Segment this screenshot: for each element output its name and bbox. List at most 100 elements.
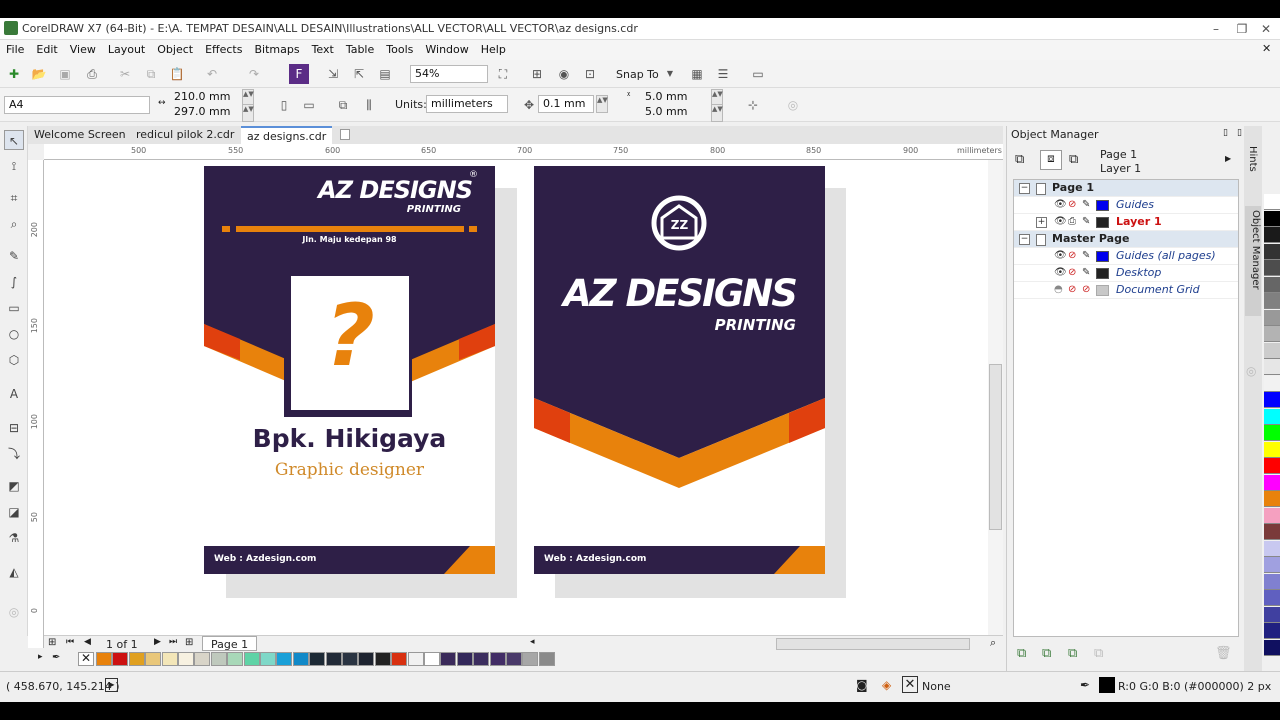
tab-redicul-pilok[interactable]: redicul pilok 2.cdr <box>130 126 241 144</box>
color-swatch[interactable] <box>243 652 260 666</box>
color-swatch[interactable] <box>1264 227 1280 243</box>
color-swatch[interactable] <box>1264 491 1280 507</box>
interactive-fill-icon[interactable]: ◭ <box>4 562 24 582</box>
vertical-scrollbar[interactable] <box>988 160 1003 636</box>
tree-row-layer[interactable]: 👁 ⊘ ✎ Guides (all pages) <box>1014 248 1238 265</box>
all-pages-icon[interactable]: ⧉ <box>333 95 353 115</box>
eye-hidden-icon[interactable]: ◓ <box>1054 284 1063 295</box>
save-icon[interactable]: ▣ <box>55 64 75 84</box>
duplicate-y-stepper[interactable]: ▲▼ <box>711 104 723 122</box>
cut-icon[interactable]: ✂ <box>115 64 135 84</box>
duplicate-y-field[interactable]: 5.0 mm <box>641 104 709 122</box>
menu-table[interactable]: Table <box>340 40 380 59</box>
publish-pdf-icon[interactable]: ▤ <box>375 64 395 84</box>
color-swatch[interactable] <box>309 652 326 666</box>
menu-tools[interactable]: Tools <box>380 40 419 59</box>
color-swatch[interactable] <box>1264 392 1280 408</box>
color-swatch[interactable] <box>178 652 194 666</box>
artistic-media-icon[interactable]: ∫ <box>4 272 24 292</box>
color-swatch[interactable] <box>292 652 309 666</box>
rectangle-tool-icon[interactable]: ▭ <box>4 298 24 318</box>
lock-edit-icon[interactable]: ✎ <box>1082 267 1090 278</box>
text-tool-icon[interactable]: A <box>4 384 24 404</box>
color-swatch[interactable] <box>112 652 129 666</box>
add-page-icon[interactable]: ⊞ <box>48 637 56 648</box>
color-swatch[interactable] <box>506 652 522 666</box>
print-icon[interactable]: ⎙ <box>1068 216 1076 227</box>
color-swatch[interactable] <box>128 652 145 666</box>
search-content-icon[interactable]: F <box>289 64 309 84</box>
new-layer-icon[interactable]: ⧉ <box>1017 646 1026 661</box>
eye-icon[interactable]: 👁 <box>1054 216 1067 227</box>
delete-icon[interactable]: 🗑 <box>1215 646 1232 661</box>
portrait-icon[interactable]: ▯ <box>274 95 294 115</box>
menu-object[interactable]: Object <box>151 40 199 59</box>
options-icon[interactable]: ☰ <box>713 64 733 84</box>
new-tab-icon[interactable] <box>340 129 350 140</box>
snap-to-dropdown[interactable]: Snap To <box>616 68 659 81</box>
color-swatch[interactable] <box>194 652 211 666</box>
landscape-icon[interactable]: ▭ <box>299 95 319 115</box>
eye-icon[interactable]: 👁 <box>1054 250 1067 261</box>
color-swatch[interactable] <box>260 652 276 666</box>
lock-edit-icon[interactable]: ✎ <box>1082 216 1090 227</box>
tree-row-layer-active[interactable]: + 👁 ⎙ ✎ Layer 1 <box>1014 214 1238 231</box>
color-swatch[interactable] <box>1264 557 1280 573</box>
color-swatch[interactable] <box>1264 441 1280 458</box>
print-icon[interactable]: ⎙ <box>82 64 102 84</box>
color-swatch[interactable] <box>1264 276 1280 293</box>
color-swatch[interactable] <box>1264 573 1280 590</box>
color-swatch[interactable] <box>424 652 440 666</box>
nudge-field[interactable]: 0.1 mm <box>538 95 594 113</box>
color-swatch[interactable] <box>1264 425 1280 441</box>
tree-row-layer[interactable]: 👁 ⊘ ✎ Desktop <box>1014 265 1238 282</box>
menu-bitmaps[interactable]: Bitmaps <box>248 40 305 59</box>
pick-tool-icon[interactable]: ↖ <box>4 130 24 150</box>
eye-icon[interactable]: 👁 <box>1054 199 1067 210</box>
play-icon[interactable]: ▶ <box>105 678 118 692</box>
parallel-dimension-icon[interactable]: ⊟ <box>4 418 24 438</box>
color-swatch[interactable] <box>473 652 490 666</box>
customize-icon[interactable]: ◎ <box>1246 364 1256 378</box>
color-swatch[interactable] <box>325 652 342 666</box>
color-swatch[interactable] <box>161 652 178 666</box>
color-proof-icon[interactable]: ◙ <box>856 678 868 692</box>
menu-file[interactable]: File <box>0 40 30 59</box>
minimize-button[interactable]: – <box>1204 20 1228 38</box>
color-swatch[interactable] <box>1264 606 1280 623</box>
zoom-navigator-icon[interactable]: ⌕ <box>990 636 996 650</box>
color-swatch[interactable] <box>538 652 555 666</box>
color-swatch[interactable] <box>1264 458 1280 474</box>
layer-manager-icon[interactable]: ⧉ <box>1015 152 1024 167</box>
menu-view[interactable]: View <box>64 40 102 59</box>
color-swatch[interactable] <box>456 652 473 666</box>
color-swatch[interactable] <box>522 652 539 666</box>
application-launcher-icon[interactable]: ▭ <box>748 64 768 84</box>
color-swatch[interactable] <box>1264 540 1280 557</box>
color-swatch[interactable] <box>374 652 391 666</box>
collapse-icon[interactable]: − <box>1019 183 1030 194</box>
palette-left-icon[interactable]: ▸ <box>38 652 43 662</box>
redo-icon[interactable]: ↷ <box>244 64 264 84</box>
next-page-icon[interactable]: ▶ <box>154 637 161 647</box>
open-folder-icon[interactable]: 📂 <box>29 64 49 84</box>
page-size-select[interactable]: A4 <box>4 96 150 114</box>
eyedropper-icon[interactable]: ✒ <box>52 652 60 663</box>
transparency-icon[interactable]: ◪ <box>4 502 24 522</box>
tab-welcome-screen[interactable]: Welcome Screen <box>28 126 132 144</box>
menu-layout[interactable]: Layout <box>102 40 151 59</box>
tab-hints[interactable]: Hints <box>1247 146 1258 172</box>
id-card-back[interactable]: ZZ AZ DESIGNS PRINTING Web : Azdesign.co… <box>534 166 825 574</box>
print-disabled-icon[interactable]: ⊘ <box>1068 284 1076 295</box>
zoom-level-field[interactable]: 54% <box>410 65 488 83</box>
color-swatch[interactable] <box>489 652 506 666</box>
prev-page-icon[interactable]: ◀ <box>84 637 91 647</box>
customize-icon[interactable]: ◎ <box>4 602 24 622</box>
vertical-ruler[interactable]: 200 150 100 50 0 <box>28 160 44 648</box>
height-stepper[interactable]: ▲▼ <box>242 104 254 122</box>
tab-object-manager[interactable]: Object Manager <box>1245 206 1261 316</box>
scroll-left-icon[interactable]: ◂ <box>530 637 535 647</box>
add-page-after-icon[interactable]: ⊞ <box>185 637 193 648</box>
new-master-layer-odd-icon[interactable]: ⧉ <box>1068 646 1077 661</box>
print-disabled-icon[interactable]: ⊘ <box>1068 267 1076 278</box>
